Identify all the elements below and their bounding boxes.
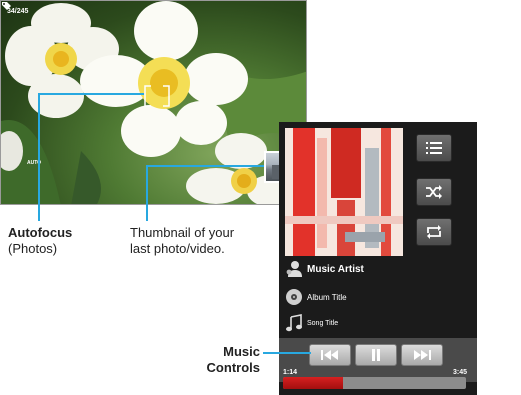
- music-controls-label: Music Controls: [190, 344, 260, 376]
- progress-bar[interactable]: [283, 377, 466, 389]
- thumbnail-label: Thumbnail of your last photo/video.: [130, 225, 234, 257]
- artist-row: Music Artist: [285, 260, 364, 278]
- thumbnail-callout-line-v: [146, 165, 148, 221]
- previous-button[interactable]: [309, 344, 351, 366]
- total-time: 3:45: [453, 369, 468, 376]
- camera-viewfinder[interactable]: 34/245 AUTO: [0, 0, 307, 205]
- progress-fill: [283, 377, 344, 389]
- pause-button[interactable]: [355, 344, 397, 366]
- thumbnail-label-line1: Thumbnail of your: [130, 225, 235, 240]
- album-disc-icon: [286, 289, 302, 305]
- repeat-button[interactable]: [416, 218, 452, 246]
- list-icon: [426, 142, 442, 154]
- song-row: Song Title: [285, 314, 338, 332]
- album-art: [285, 128, 403, 256]
- previous-icon: [321, 350, 338, 360]
- playback-controls: 1:14 3:45: [279, 338, 477, 382]
- shuffle-button[interactable]: [416, 178, 452, 206]
- music-callout-line: [263, 352, 311, 354]
- album-title: Album Title: [307, 292, 347, 302]
- music-player: Music Artist Album Title Song Title 1:14…: [279, 122, 477, 395]
- autofocus-callout-line-h: [38, 93, 144, 95]
- pause-icon: [372, 349, 380, 361]
- song-title: Song Title: [307, 319, 339, 327]
- music-note-icon: [286, 314, 302, 332]
- shuffle-icon: [426, 185, 442, 199]
- tag-icon[interactable]: [1, 1, 12, 12]
- album-row: Album Title: [285, 288, 347, 306]
- elapsed-time: 1:14: [283, 369, 298, 376]
- artist-name: Music Artist: [307, 263, 364, 275]
- autofocus-callout-line-v: [38, 93, 40, 221]
- autofocus-title: Autofocus: [8, 225, 73, 240]
- music-label-line2: Controls: [206, 360, 260, 375]
- repeat-icon: [427, 225, 441, 239]
- thumbnail-label-line2: last photo/video.: [130, 241, 225, 256]
- next-button[interactable]: [401, 344, 443, 366]
- autofocus-subtitle: (Photos): [8, 241, 58, 256]
- daffodil-photo: [1, 1, 306, 204]
- playlist-button[interactable]: [416, 134, 452, 162]
- music-label-line1: Music: [223, 344, 260, 359]
- autofocus-label: Autofocus (Photos): [8, 225, 72, 257]
- artist-icon: [286, 261, 302, 277]
- next-icon: [414, 350, 431, 360]
- thumbnail-callout-line-h: [146, 165, 264, 167]
